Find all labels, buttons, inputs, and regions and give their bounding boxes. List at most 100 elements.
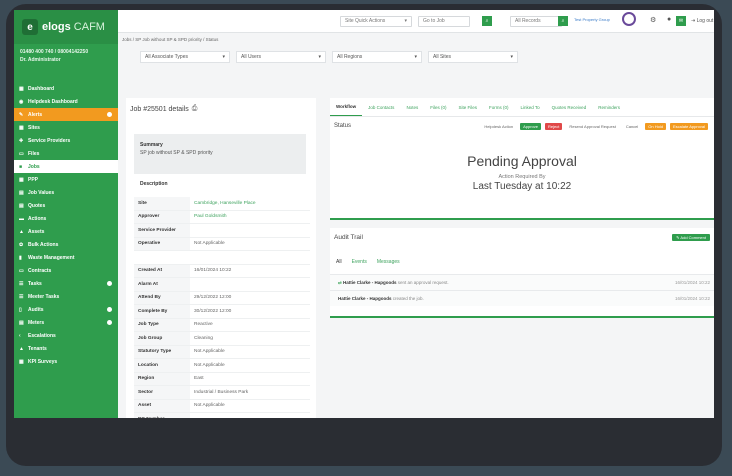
sidebar-item-label: Meeter Tasks xyxy=(28,293,60,300)
action-required-label: Action Required By xyxy=(498,174,546,180)
workflow-tab[interactable]: Files (0) xyxy=(424,98,452,116)
field-value: Cleaning xyxy=(190,331,310,346)
status-action-button[interactable]: Cancel xyxy=(623,123,641,130)
sidebar-item[interactable]: ◉ Helpdesk Dashboard xyxy=(14,95,118,108)
search-icon: ⌕ xyxy=(485,18,489,24)
notifications-button[interactable]: ✉ xyxy=(676,16,686,26)
field-row: Approver Paul Goldsmith xyxy=(134,210,310,224)
field-key: Sector xyxy=(134,385,190,400)
client-brand-text: Test Property Group xyxy=(574,17,610,22)
field-row: Service Provider xyxy=(134,223,310,238)
goto-job-button[interactable]: ⌕ xyxy=(482,16,492,26)
settings-icon[interactable]: ⚙ xyxy=(650,16,656,24)
sidebar-item[interactable]: ‹ Escalations xyxy=(14,329,118,342)
menu-icon: ▦ xyxy=(19,176,24,183)
status-action-button[interactable]: Reject xyxy=(545,122,563,130)
logout-link[interactable]: ⇥ Log out xyxy=(691,18,713,24)
field-key: Region xyxy=(134,372,190,386)
sidebar-item[interactable]: ▤ Quotes xyxy=(14,199,118,212)
workflow-tab[interactable]: Quotes Received xyxy=(546,98,593,116)
filter-associate-types[interactable]: All Associate Types ▾ xyxy=(140,51,230,63)
sidebar-item[interactable]: ▤ Meters xyxy=(14,316,118,329)
field-key: Statutory Type xyxy=(134,345,190,359)
status-row: Status Helpdesk Action Approve Reject Resen… xyxy=(330,117,714,135)
menu-icon: ▤ xyxy=(19,319,24,326)
field-row: Operative Not Applicable xyxy=(134,237,310,251)
workflow-tab[interactable]: Workflow xyxy=(330,98,363,116)
workflow-tab[interactable]: Forms (0) xyxy=(483,98,515,116)
goto-job-label: Go to Job xyxy=(423,18,445,24)
menu-icon: ‹ xyxy=(19,332,21,339)
status-action-button[interactable]: Approve xyxy=(520,122,541,130)
goto-job-input[interactable]: Go to Job xyxy=(418,15,470,27)
field-key: Asset xyxy=(134,399,190,413)
sidebar-item[interactable]: ▦ Dashboard xyxy=(14,82,118,95)
records-search-select[interactable]: All Records xyxy=(510,15,562,27)
print-icon[interactable]: ⎙ xyxy=(192,105,198,113)
sidebar-item[interactable]: ▦ KPI Surveys xyxy=(14,355,118,368)
job-details-title: Job #25501 details ⎙ xyxy=(126,98,316,120)
field-value[interactable]: Paul Goldsmith xyxy=(190,210,310,224)
sidebar-item[interactable]: ▮ Waste Management xyxy=(14,251,118,264)
workflow-tab[interactable]: Notes xyxy=(400,98,424,116)
sidebar-item[interactable]: ▦ Sites xyxy=(14,121,118,134)
sidebar-item[interactable]: ▭ Files xyxy=(14,147,118,160)
add-comment-button[interactable]: ✎ Add Comment xyxy=(672,233,710,241)
records-search-button[interactable]: ⌕ xyxy=(558,16,568,26)
user-icon[interactable]: ● xyxy=(667,16,671,23)
summary-box: Summary SP job without SP & SPD priority xyxy=(134,134,306,174)
sidebar-item[interactable]: ■ Jobs xyxy=(14,160,118,173)
sidebar-item[interactable]: ▯ Audits xyxy=(14,303,118,316)
audit-row: ⇄ Hattie Clarke - Hapgoods sent an appro… xyxy=(330,274,714,290)
workflow-tab[interactable]: Site Files xyxy=(452,98,483,116)
audit-row: Hattie Clarke - Hapgoods created the job… xyxy=(330,290,714,306)
add-comment-label: Add Comment xyxy=(680,234,706,240)
sidebar-item[interactable]: ☰ Meeter Tasks xyxy=(14,290,118,303)
status-action-button[interactable]: Helpdesk Action xyxy=(481,123,516,130)
field-key: Job Type xyxy=(134,318,190,332)
status-action-button[interactable]: Escalate Approval xyxy=(669,122,708,130)
workflow-tab[interactable]: Linked To xyxy=(514,98,545,116)
menu-icon: ▮ xyxy=(19,254,22,261)
field-value: 29/12/2022 12:00 xyxy=(190,291,310,305)
sidebar-item[interactable]: ✎ Alerts xyxy=(14,108,118,121)
sidebar-item-label: Alerts xyxy=(28,111,43,118)
filter-regions[interactable]: All Regions ▾ xyxy=(332,51,422,63)
sidebar-item[interactable]: ▲ Tenants xyxy=(14,342,118,355)
audit-tab-all[interactable]: All xyxy=(336,259,342,265)
breadcrumb[interactable]: Jobs / SP Job without SP & SPD priority … xyxy=(118,33,218,45)
field-row: Region East xyxy=(134,372,310,386)
sidebar-item[interactable]: ▦ PPP xyxy=(14,173,118,186)
status-action-button[interactable]: On Hold xyxy=(645,122,666,130)
audit-tab-events[interactable]: Events xyxy=(352,259,367,265)
chevron-down-icon: ▾ xyxy=(414,54,417,60)
brand[interactable]: e elogs CAFM xyxy=(14,10,118,44)
divider xyxy=(330,218,714,220)
audit-list: ⇄ Hattie Clarke - Hapgoods sent an appro… xyxy=(330,274,714,306)
field-value[interactable]: Cambridge, Hanseville Place xyxy=(190,197,310,211)
client-logo-icon xyxy=(622,12,636,26)
sidebar-item-label: Escalations xyxy=(28,332,56,339)
logo-icon: e xyxy=(22,19,38,35)
workflow-tab[interactable]: Reminders xyxy=(592,98,626,116)
field-key: Job Group xyxy=(134,331,190,346)
sidebar-item[interactable]: ▭ Contracts xyxy=(14,264,118,277)
status-action-button[interactable]: Resend Approval Request xyxy=(566,123,618,130)
sidebar-item[interactable]: ☰ Tasks xyxy=(14,277,118,290)
sidebar-item[interactable]: ▬ Actions xyxy=(14,212,118,225)
filter-sites[interactable]: All Sites ▾ xyxy=(428,51,518,63)
sidebar-item-label: Jobs xyxy=(28,163,40,170)
filter-users[interactable]: All Users ▾ xyxy=(236,51,326,63)
sidebar-item[interactable]: ▲ Assets xyxy=(14,225,118,238)
audit-tab-messages[interactable]: Messages xyxy=(377,259,400,265)
sidebar-item-label: Bulk Actions xyxy=(28,241,59,248)
sidebar-item[interactable]: ✿ Bulk Actions xyxy=(14,238,118,251)
workflow-tab[interactable]: Job Contacts xyxy=(362,98,400,116)
sidebar-item-label: Service Providers xyxy=(28,137,71,144)
client-brand: Test Property Group xyxy=(574,17,610,22)
filter-label: All Associate Types xyxy=(145,54,188,60)
filter-label: All Regions xyxy=(337,54,363,60)
sidebar-item[interactable]: ▤ Job Values xyxy=(14,186,118,199)
sidebar-item[interactable]: ✚ Service Providers xyxy=(14,134,118,147)
quick-actions-select[interactable]: Site Quick Actions ▾ xyxy=(340,15,412,27)
